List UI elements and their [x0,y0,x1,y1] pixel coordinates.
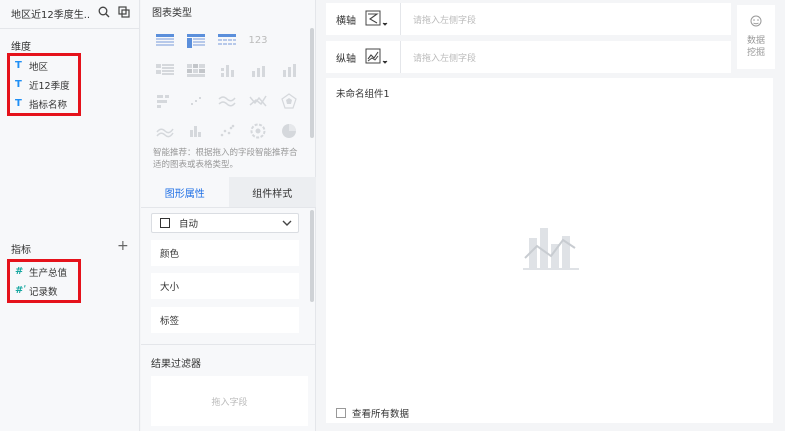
tab-component-style[interactable]: 组件样式 [228,177,316,207]
radar-icon[interactable] [277,90,301,111]
chart-canvas: 未命名组件1 查看所有数据 [326,78,773,423]
dimension-section-label: 维度 [11,42,31,53]
table-icon[interactable] [153,30,177,51]
empty-chart-placeholder-icon [523,226,579,275]
bar-icon[interactable] [153,90,177,111]
measure-field[interactable]: #ʹ 记录数 [10,281,78,300]
y-axis-drop-placeholder[interactable]: 请拖入左侧字段 [401,51,476,64]
text-type-icon: T [15,60,22,71]
dimension-field[interactable]: T 指标名称 [10,94,78,113]
kpi-number-text: 123 [248,35,268,46]
smart-recommend-hint: 智能推荐：根据拖入的字段智能推荐合适的图表或表格类型。 [153,148,298,170]
data-mining-button[interactable]: 数据 挖掘 [737,5,775,69]
y-axis-row[interactable]: 纵轴 请拖入左侧字段 [326,41,731,73]
dataset-title[interactable]: 地区近12季度生... [11,6,91,21]
percent-column-icon[interactable] [277,60,301,81]
component-name[interactable]: 未命名组件1 [336,86,390,100]
sunburst-icon[interactable] [246,120,270,141]
divider [0,28,139,29]
chart-type-scrollbar[interactable] [310,28,314,138]
field-label: 近12季度 [29,80,70,92]
text-type-icon: T [15,98,22,109]
show-all-data-toggle[interactable]: 查看所有数据 [336,406,409,420]
number-type-icon: #ʹ [15,285,27,296]
grouped-table-icon[interactable] [153,60,177,81]
column-icon[interactable] [215,60,239,81]
tab-graph-properties[interactable]: 图形属性 [141,177,229,207]
detail-table-icon[interactable] [215,30,239,51]
chart-types-label: 图表类型 [152,8,192,19]
chevron-down-icon [281,217,293,232]
field-label: 指标名称 [29,99,68,111]
crosstab-icon[interactable] [184,30,208,51]
properties-scrollbar[interactable] [310,210,314,302]
heatmap-table-icon[interactable] [184,60,208,81]
dimension-list: T 地区 T 近12季度 T 指标名称 [7,53,81,116]
text-type-icon: T [15,79,22,90]
chart-config-panel: 图表类型 123 智能推荐：根据拖入的字段智能推荐合适的图表或表格类型。 图形属… [141,0,316,431]
area-icon[interactable] [153,120,177,141]
number-type-icon: # [15,266,24,277]
filter-drop-zone[interactable]: 拖入字段 [151,376,308,426]
divider [141,344,315,345]
search-icon[interactable] [97,5,110,18]
line-icon[interactable] [215,90,239,111]
y-axis-label: 纵轴 [336,53,356,65]
chart-type-empty-slot [277,30,301,51]
kpi-number-icon[interactable]: 123 [246,30,270,51]
field-label: 地区 [29,61,49,73]
measure-list: # 生产总值 #ʹ 记录数 [7,259,81,303]
x-axis-drop-placeholder[interactable]: 请拖入左侧字段 [401,13,476,26]
radar-line-icon[interactable] [246,90,270,111]
result-filter-label: 结果过滤器 [151,359,201,370]
bar-variant-icon[interactable] [184,120,208,141]
field-label: 记录数 [29,286,58,298]
chart-type-grid: 123 [153,30,301,141]
data-mining-label-2: 挖掘 [746,48,765,58]
app-root: 地区近12季度生... 维度 T 地区 T 近12季度 T 指标名称 指标 + [0,0,785,431]
measure-field[interactable]: # 生产总值 [10,262,78,281]
scatter-icon[interactable] [215,120,239,141]
data-mining-label-1: 数据 [746,36,765,46]
label-property[interactable]: 标签 [151,307,299,333]
data-mining-icon [750,15,762,31]
field-panel: 地区近12季度生... 维度 T 地区 T 近12季度 T 指标名称 指标 + [0,0,140,431]
x-axis-sort-icon[interactable] [361,10,393,28]
dimension-field[interactable]: T 近12季度 [10,75,78,94]
property-tabs: 图形属性 组件样式 [141,177,316,208]
field-label: 生产总值 [29,267,68,279]
add-measure-button[interactable]: + [117,239,129,253]
mark-type-select[interactable]: 自动 [151,213,299,233]
dimension-field[interactable]: T 地区 [10,56,78,75]
show-all-label: 查看所有数据 [352,409,410,420]
pie-icon[interactable] [277,120,301,141]
stacked-column-icon[interactable] [246,60,270,81]
measure-section-label: 指标 [11,245,31,256]
mark-type-value: 自动 [179,219,199,230]
size-property[interactable]: 大小 [151,273,299,299]
color-property[interactable]: 颜色 [151,240,299,266]
y-axis-chart-icon[interactable] [361,48,393,66]
show-all-checkbox[interactable] [336,408,346,418]
switch-dataset-icon[interactable] [117,5,130,18]
x-axis-label: 横轴 [336,15,356,27]
square-mark-icon [160,218,170,228]
x-axis-row[interactable]: 横轴 请拖入左侧字段 [326,3,731,35]
scatter-small-icon[interactable] [184,90,208,111]
